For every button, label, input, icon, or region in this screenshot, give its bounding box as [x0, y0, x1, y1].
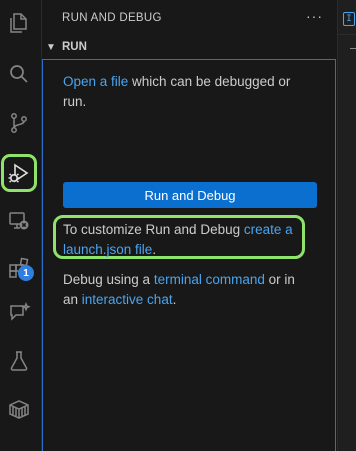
customize-text: To customize Run and Debug: [63, 222, 244, 237]
search-icon[interactable]: [4, 59, 34, 89]
run-section-title: RUN: [62, 41, 87, 53]
open-file-link[interactable]: Open a file: [63, 74, 128, 89]
extensions-badge: 1: [18, 265, 34, 281]
customize-paragraph: To customize Run and Debug create a laun…: [63, 220, 313, 260]
customize-period: .: [152, 242, 157, 257]
editor-line: [350, 48, 356, 49]
explorer-icon[interactable]: [4, 8, 34, 38]
editor-tab-icon[interactable]: I: [343, 12, 355, 26]
activity-bar: 1: [0, 0, 42, 451]
debug-text: Debug using a: [63, 272, 154, 287]
chevron-down-icon: ▼: [46, 42, 56, 53]
sidebar-header: RUN AND DEBUG: [62, 12, 162, 24]
containers-icon[interactable]: [4, 394, 34, 424]
more-actions-button[interactable]: ···: [306, 8, 323, 24]
editor-divider: [337, 34, 356, 35]
chat-icon[interactable]: [4, 298, 34, 328]
run-view-panel: Open a file which can be debugged or run…: [42, 59, 336, 451]
run-section-header[interactable]: ▼ RUN: [42, 38, 336, 58]
run-and-debug-button[interactable]: Run and Debug: [63, 182, 317, 208]
debug-paragraph: Debug using a terminal command or in an …: [63, 270, 313, 310]
debug-period: .: [172, 292, 177, 307]
remote-explorer-icon[interactable]: [4, 206, 34, 236]
source-control-icon[interactable]: [4, 108, 34, 138]
run-debug-sidebar: RUN AND DEBUG ··· ▼ RUN Open a file whic…: [42, 0, 336, 451]
run-debug-highlight: [1, 154, 37, 192]
interactive-chat-link[interactable]: interactive chat: [82, 292, 173, 307]
testing-icon[interactable]: [4, 346, 34, 376]
terminal-command-link[interactable]: terminal command: [154, 272, 265, 287]
editor-area[interactable]: [337, 0, 356, 451]
open-file-paragraph: Open a file which can be debugged or run…: [63, 72, 313, 112]
